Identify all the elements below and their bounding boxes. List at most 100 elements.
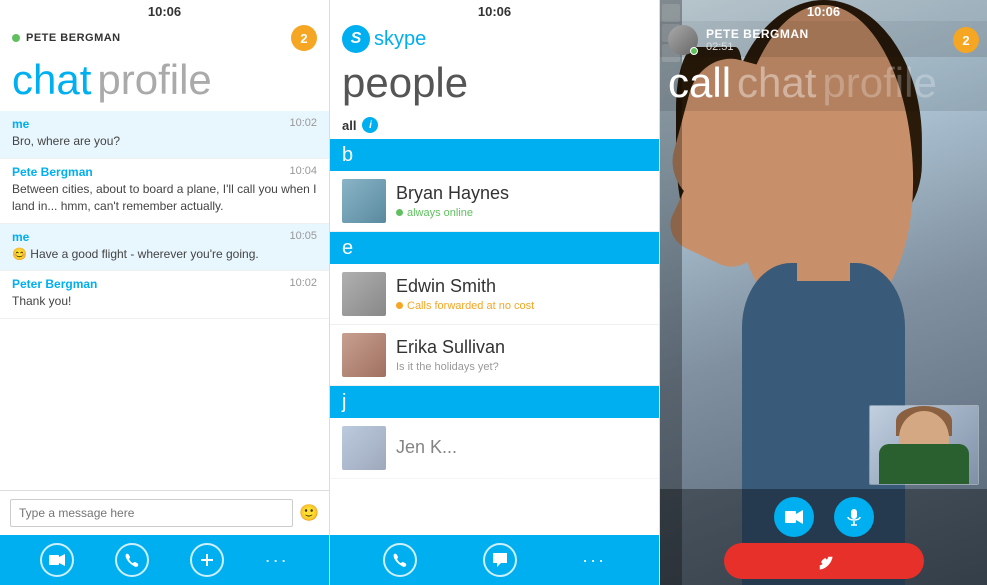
online-dot-1 [12, 34, 20, 42]
chat-panel: 10:06 PETE BERGMAN 2 chatprofile me 10:0… [0, 0, 330, 585]
call-online-dot [690, 47, 698, 55]
bottom-bar-1: ··· [0, 535, 329, 585]
more-options-button-1[interactable]: ··· [265, 550, 289, 571]
msg-time-4: 10:02 [289, 277, 317, 291]
letter-b-header: b [330, 139, 659, 171]
title-chat: chat [12, 56, 91, 103]
contact-info-edwin: Edwin Smith Calls forwarded at no cost [396, 276, 647, 312]
end-call-button[interactable] [724, 543, 924, 579]
msg-text-3: 😊 Have a good flight - wherever you're g… [12, 246, 317, 263]
call-controls [660, 489, 987, 585]
contact-name-jen: Jen K... [396, 437, 647, 459]
video-toggle-button[interactable] [774, 497, 814, 537]
status-bar-2: 10:06 [330, 0, 659, 21]
avatar-edwin [342, 272, 386, 316]
contact-item-bryan[interactable]: Bryan Haynes always online [330, 171, 659, 232]
message-4: Peter Bergman 10:02 Thank you! [0, 271, 329, 319]
msg-header-4: Peter Bergman 10:02 [12, 277, 317, 291]
contact-name-edwin: Edwin Smith [396, 276, 647, 298]
message-input-area: 🙂 [0, 490, 329, 535]
contact-name-erika: Erika Sullivan [396, 337, 647, 359]
call-top-bar: PETE BERGMAN 02:51 2 [660, 21, 987, 57]
call-title: call chat profile [660, 57, 987, 111]
msg-header-1: me 10:02 [12, 117, 317, 131]
page-title-1: chatprofile [0, 53, 329, 111]
msg-text-1: Bro, where are you? [12, 133, 317, 150]
contact-name-1: PETE BERGMAN [12, 32, 121, 44]
msg-header-2: Pete Bergman 10:04 [12, 165, 317, 179]
status-text-edwin: Calls forwarded at no cost [407, 300, 534, 312]
status-text-bryan: always online [407, 207, 473, 219]
title-call: call [668, 59, 731, 107]
skype-logo[interactable]: S skype [342, 25, 426, 53]
call-btn-row [774, 497, 874, 537]
avatar-erika [342, 333, 386, 377]
contact-item-erika[interactable]: Erika Sullivan Is it the holidays yet? [330, 325, 659, 386]
msg-text-2: Between cities, about to board a plane, … [12, 181, 317, 215]
contact-status-bryan: always online [396, 207, 647, 219]
msg-sender-4: Peter Bergman [12, 277, 97, 291]
call-panel: 10:06 PETE BERGMAN 02:51 2 call chat pro… [660, 0, 987, 585]
call-avatar [668, 25, 698, 55]
contact-name-bryan: Bryan Haynes [396, 183, 647, 205]
message-input[interactable] [10, 499, 293, 527]
contact-status-edwin: Calls forwarded at no cost [396, 300, 647, 312]
msg-time-2: 10:04 [289, 165, 317, 179]
msg-time-1: 10:02 [289, 117, 317, 131]
mute-button[interactable] [834, 497, 874, 537]
info-icon[interactable]: i [362, 117, 378, 133]
avatar-jen [342, 426, 386, 470]
video-call-button-1[interactable] [40, 543, 74, 577]
title-profile-gray: profile [822, 59, 936, 107]
people-panel: 10:06 S skype people all i b Bryan Hayne… [330, 0, 660, 585]
call-contact-info: PETE BERGMAN 02:51 [706, 27, 945, 53]
status-dot-bryan [396, 209, 403, 216]
contact-item-jen[interactable]: Jen K... [330, 418, 659, 479]
contact-info-erika: Erika Sullivan Is it the holidays yet? [396, 337, 647, 373]
voice-call-button-2[interactable] [383, 543, 417, 577]
status-bar-3: 10:06 [660, 0, 987, 21]
msg-text-4: Thank you! [12, 293, 317, 310]
message-1: me 10:02 Bro, where are you? [0, 111, 329, 159]
contact-info-jen: Jen K... [396, 437, 647, 459]
contact-item-edwin[interactable]: Edwin Smith Calls forwarded at no cost [330, 264, 659, 325]
contact-name-label-1: PETE BERGMAN [26, 32, 121, 44]
status-dot-edwin [396, 302, 403, 309]
top-bar-1: PETE BERGMAN 2 [0, 21, 329, 53]
badge-1[interactable]: 2 [291, 25, 317, 51]
add-button-1[interactable] [190, 543, 224, 577]
msg-sender-3: me [12, 230, 29, 244]
all-text: all [342, 118, 356, 133]
avatar-bryan [342, 179, 386, 223]
self-view [869, 405, 979, 485]
status-bar-1: 10:06 [0, 0, 329, 21]
contact-info-bryan: Bryan Haynes always online [396, 183, 647, 219]
call-badge[interactable]: 2 [953, 27, 979, 53]
skype-icon: S [342, 25, 370, 53]
bottom-bar-2: ··· [330, 535, 659, 585]
msg-sender-1: me [12, 117, 29, 131]
chat-button-2[interactable] [483, 543, 517, 577]
self-body-shape [879, 444, 969, 484]
messages-area: me 10:02 Bro, where are you? Pete Bergma… [0, 111, 329, 490]
title-people: people [342, 59, 468, 106]
voice-call-button-1[interactable] [115, 543, 149, 577]
status-text-erika: Is it the holidays yet? [396, 361, 499, 373]
msg-header-3: me 10:05 [12, 230, 317, 244]
message-2: Pete Bergman 10:04 Between cities, about… [0, 159, 329, 224]
letter-j-header: j [330, 386, 659, 418]
message-3: me 10:05 😊 Have a good flight - wherever… [0, 224, 329, 272]
emoji-icon[interactable]: 🙂 [299, 503, 319, 523]
call-timer: 02:51 [706, 41, 945, 53]
title-chat-gray: chat [737, 59, 816, 107]
more-options-button-2[interactable]: ··· [582, 550, 606, 571]
contacts-list: b Bryan Haynes always online e Edwin Smi… [330, 139, 659, 535]
page-title-2: people [330, 55, 659, 115]
top-bar-2: S skype [330, 21, 659, 55]
title-profile: profile [97, 56, 211, 103]
contact-status-erika: Is it the holidays yet? [396, 361, 647, 373]
self-face-bg [870, 406, 978, 484]
msg-sender-2: Pete Bergman [12, 165, 93, 179]
call-contact-name: PETE BERGMAN [706, 27, 945, 41]
call-overlay: 10:06 PETE BERGMAN 02:51 2 call chat pro… [660, 0, 987, 585]
